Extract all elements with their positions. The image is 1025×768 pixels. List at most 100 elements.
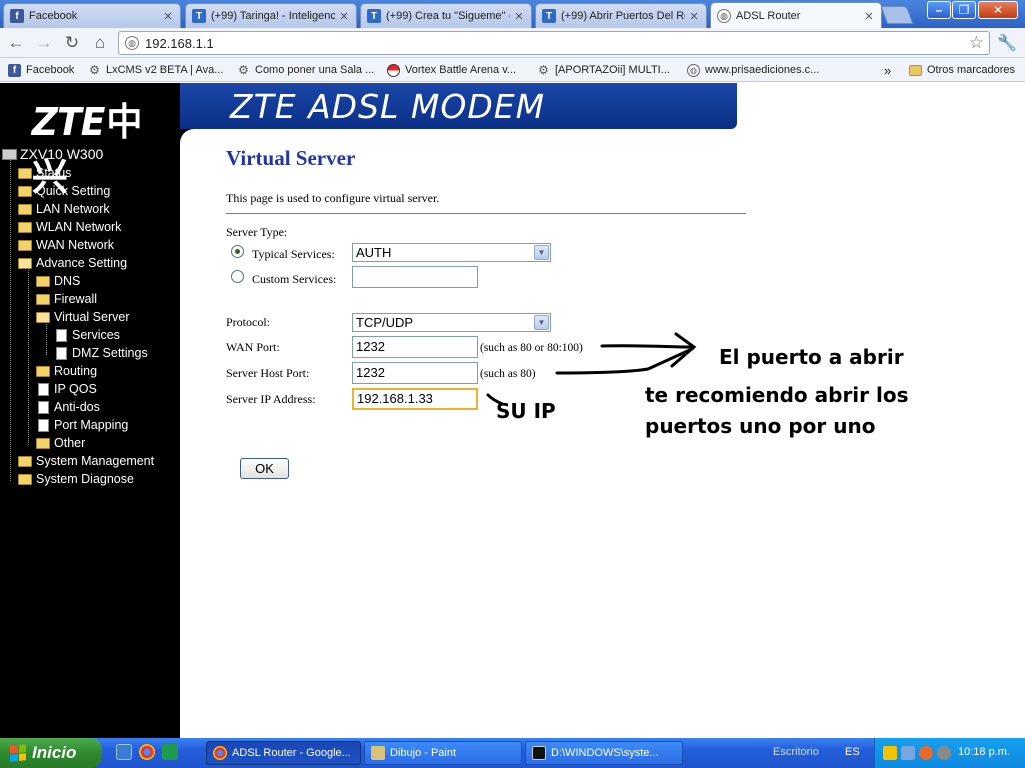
maximize-button[interactable]: ❐ <box>952 1 976 19</box>
tree-item-wan-network[interactable]: WAN Network <box>18 236 114 254</box>
folder-icon <box>18 185 32 197</box>
logo-latin: ZTE <box>31 100 106 144</box>
tree-item-other[interactable]: Other <box>36 434 85 452</box>
desktop-toolbar-label[interactable]: Escritorio <box>773 746 819 758</box>
arrow-to-wan-port <box>600 332 697 368</box>
tree-item-dns[interactable]: DNS <box>36 272 80 290</box>
chrome-icon[interactable] <box>139 744 155 760</box>
tree-item-quick-setting[interactable]: Quick Setting <box>18 182 110 200</box>
minimize-button[interactable]: – <box>927 1 951 19</box>
tree-item-virtual-server[interactable]: Virtual Server <box>36 308 130 326</box>
select-value: TCP/UDP <box>356 315 414 330</box>
server-ip-input[interactable]: 192.168.1.33 <box>352 388 478 410</box>
address-input[interactable]: 192.168.1.1 <box>145 36 969 51</box>
taringa-icon: T <box>192 9 206 23</box>
puzzle-icon: ⚙ <box>238 63 249 77</box>
tree-item-lan-network[interactable]: LAN Network <box>18 200 110 218</box>
tab-abrir-puertos[interactable]: T (+99) Abrir Puertos Del Ro ✕ <box>535 3 707 28</box>
excel-icon[interactable] <box>162 744 178 760</box>
tree-item-system-diagnose[interactable]: System Diagnose <box>18 470 134 488</box>
tree-item-wlan-network[interactable]: WLAN Network <box>18 218 121 236</box>
custom-services-radio[interactable] <box>231 270 244 283</box>
network-icon[interactable] <box>901 746 915 760</box>
tree-item-services[interactable]: Services <box>54 326 120 344</box>
show-desktop-icon[interactable] <box>116 744 132 760</box>
volume-icon[interactable] <box>937 746 951 760</box>
tree-item-advance-setting[interactable]: Advance Setting <box>18 254 127 272</box>
bookmark-label: LxCMS v2 BETA | Ava... <box>106 64 224 76</box>
bookmarks-overflow-chevron[interactable]: » <box>884 62 891 78</box>
tab-facebook[interactable]: f Facebook ✕ <box>3 3 181 28</box>
ok-button[interactable]: OK <box>240 458 289 479</box>
protocol-select[interactable]: TCP/UDP ▼ <box>352 313 551 332</box>
divider <box>226 213 746 214</box>
host-port-input[interactable]: 1232 <box>352 362 478 384</box>
wan-port-input[interactable]: 1232 <box>352 336 478 358</box>
tab-taringa[interactable]: T (+99) Taringa! - Inteligenc ✕ <box>185 3 357 28</box>
tree-item-port-mapping[interactable]: Port Mapping <box>36 416 128 434</box>
tree-label: Firewall <box>54 292 98 306</box>
page-info-icon[interactable]: ◍ <box>125 36 139 50</box>
forward-icon[interactable]: → <box>33 32 55 54</box>
start-button[interactable]: Inicio <box>0 738 102 768</box>
bookmark-label: [APORTAZOii] MULTI... <box>555 64 670 76</box>
chevron-down-icon: ▼ <box>534 245 549 260</box>
bookmark-sala[interactable]: ⚙ Como poner una Sala ... <box>237 62 374 78</box>
tree-item-dmz-settings[interactable]: DMZ Settings <box>54 344 148 362</box>
tree-root[interactable]: ZXV10 W300 <box>2 145 103 163</box>
tab-close-icon[interactable]: ✕ <box>513 10 525 23</box>
chevron-down-icon: ▼ <box>534 315 549 330</box>
typical-services-select[interactable]: AUTH ▼ <box>352 243 551 262</box>
tab-close-icon[interactable]: ✕ <box>338 10 350 23</box>
server-type-label: Server Type: <box>226 225 288 239</box>
tab-close-icon[interactable]: ✕ <box>863 10 875 23</box>
custom-services-input[interactable] <box>352 266 478 288</box>
tree-label: Routing <box>54 364 98 378</box>
tree-label: System Management <box>36 454 155 468</box>
task-adsl-router[interactable]: ADSL Router - Google... <box>206 741 361 765</box>
tree-label: IP QOS <box>54 382 97 396</box>
reload-icon[interactable]: ↻ <box>61 32 83 54</box>
tree-item-status[interactable]: Status <box>18 164 71 182</box>
tree-item-system-management[interactable]: System Management <box>18 452 154 470</box>
puzzle-icon: ⚙ <box>538 63 549 77</box>
other-bookmarks[interactable]: Otros marcadores <box>909 62 1015 78</box>
tree-item-ip-qos[interactable]: IP QOS <box>36 380 97 398</box>
close-window-button[interactable]: ✕ <box>978 1 1018 19</box>
address-bar[interactable]: ◍ 192.168.1.1 ☆ <box>118 31 990 55</box>
folder-icon <box>18 167 32 179</box>
page-title: Virtual Server <box>226 146 356 170</box>
page-icon <box>38 382 49 396</box>
task-paint[interactable]: Dibujo - Paint <box>364 741 522 765</box>
task-command-prompt[interactable]: D:\WINDOWS\syste... <box>525 741 683 765</box>
tree-item-routing[interactable]: Routing <box>36 362 97 380</box>
bookmark-prisaediciones[interactable]: ◍ www.prisaediciones.c... <box>687 62 819 78</box>
page-icon <box>56 328 67 342</box>
bookmark-lxcms[interactable]: ⚙ LxCMS v2 BETA | Ava... <box>88 62 223 78</box>
task-label: ADSL Router - Google... <box>232 747 351 759</box>
router-page: ZTE中兴 ZTE ADSL MODEM ZXV10 W300 Status Q… <box>0 83 1025 738</box>
tree-item-anti-dos[interactable]: Anti-dos <box>36 398 100 416</box>
language-indicator[interactable]: ES <box>845 746 860 758</box>
security-shield-icon[interactable] <box>883 746 897 760</box>
globe-icon: ◍ <box>717 9 731 23</box>
bookmark-facebook[interactable]: f Facebook <box>8 62 74 78</box>
tree-item-firewall[interactable]: Firewall <box>36 290 97 308</box>
firefox-icon[interactable] <box>919 746 933 760</box>
bookmarks-bar: f Facebook ⚙ LxCMS v2 BETA | Ava... ⚙ Co… <box>0 58 1025 82</box>
new-tab-button[interactable] <box>880 6 914 24</box>
bookmark-vortex[interactable]: Vortex Battle Arena v... <box>387 62 516 78</box>
paint-icon <box>371 746 385 760</box>
home-icon[interactable]: ⌂ <box>89 32 111 54</box>
tab-close-icon[interactable]: ✕ <box>162 10 174 23</box>
bookmark-aportazo[interactable]: ⚙ [APORTAZOii] MULTI... <box>537 62 670 78</box>
tree-label: Status <box>36 166 72 180</box>
tab-adsl-router[interactable]: ◍ ADSL Router ✕ <box>710 2 882 29</box>
system-tray: 10:18 p.m. <box>874 738 1025 768</box>
back-icon[interactable]: ← <box>5 32 27 54</box>
typical-services-radio[interactable] <box>231 245 244 258</box>
bookmark-star-icon[interactable]: ☆ <box>969 33 984 53</box>
tab-close-icon[interactable]: ✕ <box>688 10 700 23</box>
wrench-menu-icon[interactable]: 🔧 <box>996 33 1018 53</box>
tab-sigueme[interactable]: T (+99) Crea tu "Sigueme" - ✕ <box>360 3 532 28</box>
